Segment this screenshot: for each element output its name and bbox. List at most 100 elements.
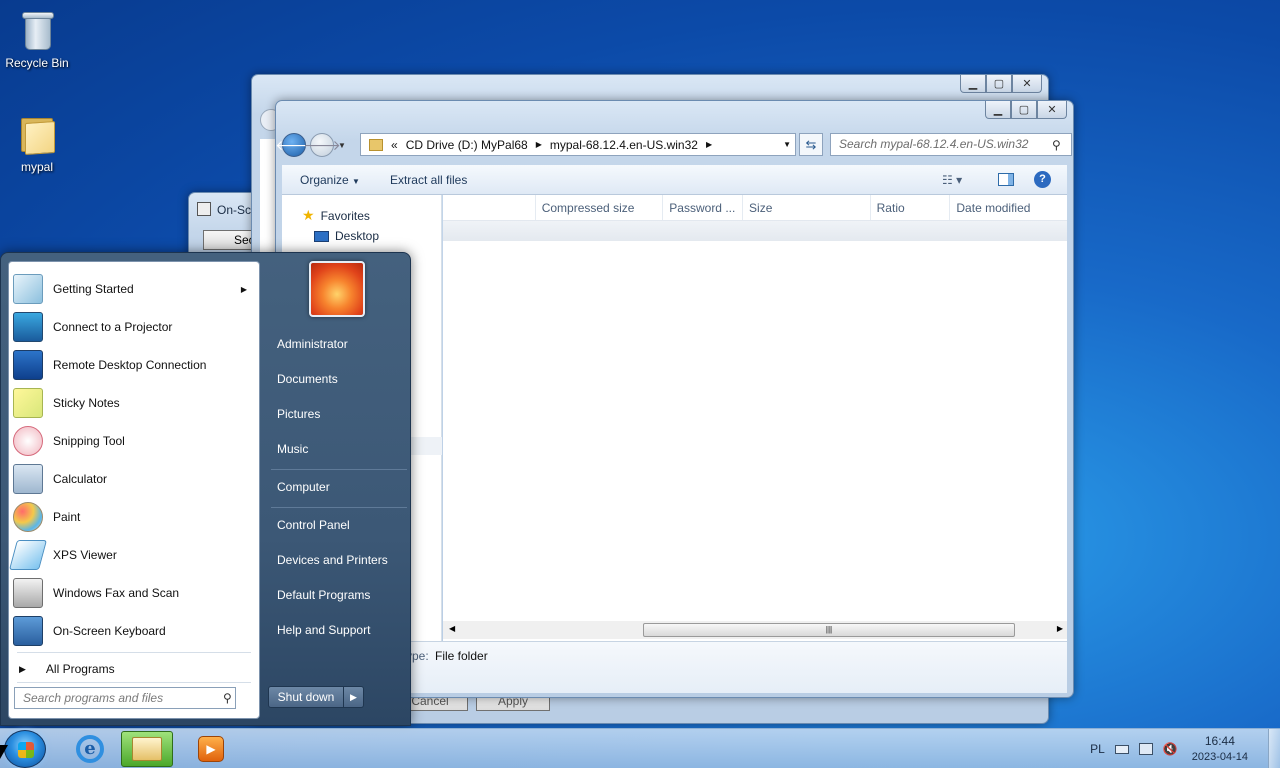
taskbar-windows-explorer[interactable] [121,731,173,767]
organize-button[interactable]: Organize ▼ [300,173,360,187]
all-programs-label: All Programs [45,662,115,676]
start-item-computer[interactable]: Computer [277,480,330,494]
breadcrumb-mypal-folder[interactable]: mypal-68.12.4.en-US.win32 [550,138,698,152]
chevron-right-icon: ▶ [240,284,247,294]
chevron-right-icon[interactable]: ▶ [706,140,712,149]
windows-logo-icon [18,742,34,758]
group-header [443,221,1067,241]
navigation-bar: 🡐 🡒 ▼ « CD Drive (D:) MyPal68 ▶ mypal-68… [275,131,1072,159]
column-compressed-size[interactable]: Compressed size [534,195,663,220]
column-ratio[interactable]: Ratio [869,195,950,220]
taskbar-internet-explorer[interactable]: e [64,731,116,767]
horizontal-scrollbar[interactable]: ◀ ||| ▶ [443,621,1067,639]
chevron-right-icon: ▶ [19,663,26,674]
all-programs-button[interactable]: ▶ All Programs [19,658,251,680]
sticky-notes-icon [13,388,43,418]
shutdown-button[interactable]: Shut down [268,686,344,708]
scroll-thumb[interactable]: ||| [643,623,1015,637]
media-player-icon: ▶ [198,736,224,762]
mouse-cursor-icon [0,745,8,759]
start-item-help-support[interactable]: Help and Support [277,623,370,637]
program-sticky-notes[interactable]: Sticky Notes [13,384,257,422]
desktop-icon-recycle-bin[interactable]: Recycle Bin [0,8,74,70]
desktop-item[interactable]: Desktop [314,229,379,243]
organize-label: Organize [300,172,349,187]
caption-buttons: ▁ ▢ ✕ [960,75,1042,93]
language-indicator[interactable]: PL [1090,742,1105,756]
scroll-left-arrow[interactable]: ◀ [449,624,455,633]
volume-muted-icon[interactable]: 🔇 [1163,742,1178,756]
program-label: Snipping Tool [53,434,125,448]
separator [17,652,251,653]
program-snipping-tool[interactable]: Snipping Tool [13,422,257,460]
address-history-dropdown[interactable]: ▼ [783,140,791,149]
search-icon: ⚲ [1052,138,1061,152]
program-on-screen-keyboard[interactable]: On-Screen Keyboard [13,612,257,650]
address-prefix[interactable]: « [391,138,398,152]
user-picture-icon[interactable] [309,261,365,317]
address-bar[interactable]: « CD Drive (D:) MyPal68 ▶ mypal-68.12.4.… [360,133,796,156]
extract-all-button[interactable]: Extract all files [390,173,467,187]
show-desktop-button[interactable] [1268,729,1280,768]
projector-icon [13,312,43,342]
keyboard-icon[interactable] [1114,744,1129,754]
maximize-button[interactable]: ▢ [986,75,1012,93]
taskbar-media-player[interactable]: ▶ [185,731,237,767]
details-type-value: File folder [435,649,488,663]
scroll-right-arrow[interactable]: ▶ [1057,624,1063,633]
program-label: Sticky Notes [53,396,120,410]
desktop-icon-label: Recycle Bin [5,56,69,70]
program-remote-desktop[interactable]: Remote Desktop Connection [13,346,257,384]
program-calculator[interactable]: Calculator [13,460,257,498]
close-button[interactable]: ✕ [1012,75,1042,93]
clock[interactable]: 16:44 2023-04-14 [1192,733,1248,765]
taskbar: e ▶ PL 🔇 16:44 2023-04-14 [0,728,1280,768]
start-item-administrator[interactable]: Administrator [277,337,348,351]
minimize-button[interactable]: ▁ [985,101,1011,119]
refresh-button[interactable]: ⇆ [799,133,823,156]
folder-icon [132,737,162,761]
column-size[interactable]: Size [742,195,870,220]
file-list[interactable]: Compressed size Password ... Size Ratio … [443,195,1067,641]
program-xps-viewer[interactable]: XPS Viewer [8,536,257,574]
search-input[interactable]: Search mypal-68.12.4.en-US.win32 [830,133,1072,156]
keyboard-icon [197,202,211,216]
folder-icon [17,112,57,156]
forward-button[interactable]: 🡒 [303,133,341,157]
start-item-default-programs[interactable]: Default Programs [277,588,370,602]
column-name[interactable] [443,195,535,220]
keyboard-icon [13,616,43,646]
search-icon: ⚲ [223,691,232,705]
program-fax-scan[interactable]: Windows Fax and Scan [13,574,257,612]
start-item-music[interactable]: Music [277,442,308,456]
desktop-icon-mypal[interactable]: mypal [0,112,74,174]
close-button[interactable]: ✕ [1037,101,1067,119]
recent-pages-icon[interactable]: ▼ [338,141,346,150]
program-getting-started[interactable]: Getting Started ▶ [13,270,257,308]
network-icon[interactable] [1138,743,1153,755]
program-connect-projector[interactable]: Connect to a Projector [13,308,257,346]
column-password[interactable]: Password ... [662,195,742,220]
help-icon[interactable]: ? [1034,171,1051,188]
breadcrumb-cd-drive[interactable]: CD Drive (D:) MyPal68 [406,138,528,152]
start-item-devices-printers[interactable]: Devices and Printers [277,553,388,567]
maximize-button[interactable]: ▢ [1011,101,1037,119]
remote-desktop-icon [13,350,43,380]
minimize-button[interactable]: ▁ [960,75,986,93]
shutdown-options-button[interactable]: ▶ [344,686,364,708]
column-date-modified[interactable]: Date modified [949,195,1067,220]
program-paint[interactable]: Paint [13,498,257,536]
notification-area: PL 🔇 16:44 2023-04-14 [1090,729,1280,768]
start-item-documents[interactable]: Documents [277,372,338,386]
start-item-pictures[interactable]: Pictures [277,407,320,421]
chevron-right-icon[interactable]: ▶ [536,140,542,149]
clock-time: 16:44 [1204,734,1235,748]
view-options-icon[interactable]: ☷ ▾ [942,173,962,187]
start-button[interactable] [4,730,46,768]
favorites-item[interactable]: ★ Favorites [302,207,370,224]
program-label: Calculator [53,472,108,486]
osk-window-title: On-Sc [217,203,252,217]
start-item-control-panel[interactable]: Control Panel [277,518,350,532]
start-search-input[interactable]: Search programs and files [14,687,236,709]
preview-pane-icon[interactable] [998,173,1014,186]
